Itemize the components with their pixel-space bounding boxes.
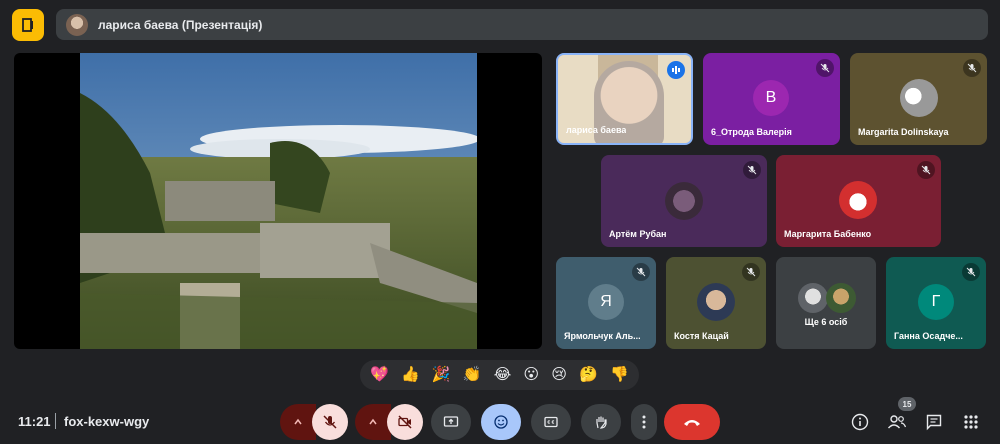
participant-avatar: В [753, 80, 789, 116]
mic-off-icon [963, 59, 981, 77]
reaction-thinking[interactable]: 🤔 [579, 360, 598, 390]
reaction-party[interactable]: 🎉 [432, 360, 451, 390]
speaking-indicator-icon [667, 61, 685, 79]
more-vert-icon [642, 415, 646, 429]
clock: 11:21 [18, 414, 51, 429]
reaction-heart[interactable]: 💖 [370, 360, 389, 390]
santa-avatar [839, 181, 877, 219]
mic-toggle-button[interactable] [312, 404, 348, 440]
camera-toggle-button[interactable] [387, 404, 423, 440]
camera-off-icon [398, 415, 412, 429]
presenter-title: лариса баева (Презентація) [98, 17, 263, 32]
participant-tile-yarmolchuk[interactable]: Я Ярмольчук Аль... [556, 257, 656, 349]
mic-off-icon [816, 59, 834, 77]
raise-hand-button[interactable] [581, 404, 621, 440]
participant-tile-kostya[interactable]: Костя Кацай [666, 257, 766, 349]
present-screen-button[interactable] [431, 404, 471, 440]
mic-off-icon [632, 263, 650, 281]
participant-avatar: Я [588, 284, 624, 320]
mic-off-icon [743, 161, 761, 179]
chat-icon [926, 414, 942, 431]
reaction-thumbs-down[interactable]: 👎 [610, 360, 629, 390]
meeting-code: fox-kexw-wgy [64, 414, 150, 429]
reaction-surprised[interactable]: 😮 [523, 360, 539, 390]
activities-button[interactable] [959, 410, 983, 434]
participant-count-badge: 15 [898, 397, 916, 411]
participant-avatar [697, 283, 735, 321]
leave-call-button[interactable] [664, 404, 720, 440]
door-icon [22, 18, 33, 32]
presentation-stage[interactable] [14, 53, 542, 349]
emoji-icon [494, 415, 508, 429]
reaction-laugh[interactable]: 😂 [494, 360, 512, 390]
participant-avatar [900, 79, 938, 117]
present-screen-icon [443, 416, 459, 427]
participant-name: Маргарита Бабенко [784, 229, 872, 239]
mic-off-icon [917, 161, 935, 179]
participant-name: Ярмольчук Аль... [564, 331, 641, 341]
participant-tile-margarita-babenko[interactable]: Маргарита Бабенко [776, 155, 941, 247]
chat-button[interactable] [922, 410, 946, 434]
reactions-bar: 💖 👍 🎉 👏 😂 😮 😢 🤔 👎 [360, 360, 639, 390]
info-icon [851, 413, 869, 431]
participant-name: Костя Кацай [674, 331, 729, 341]
captions-button[interactable] [531, 404, 571, 440]
people-button[interactable] [885, 410, 909, 434]
video-options-button[interactable] [355, 404, 391, 440]
presenter-bar[interactable]: лариса баева (Презентація) [56, 9, 988, 40]
reaction-clap[interactable]: 👏 [463, 360, 482, 390]
participant-name: 6_Отрода Валерія [711, 127, 792, 137]
more-avatar-1 [798, 283, 828, 313]
participant-tile-more[interactable]: Ще 6 осіб [776, 257, 876, 349]
presentation-slide-image [80, 53, 477, 349]
more-avatar-2 [826, 283, 856, 313]
chevron-up-icon [369, 418, 377, 425]
participant-name: лариса баева [566, 125, 627, 135]
participant-tile-artem[interactable]: Артём Рубан [601, 155, 767, 247]
captions-icon [544, 416, 558, 428]
audio-options-button[interactable] [280, 404, 316, 440]
apps-grid-icon [964, 415, 978, 429]
footer-divider [55, 413, 56, 429]
reaction-thumbs-up[interactable]: 👍 [401, 360, 420, 390]
reaction-sad[interactable]: 😢 [551, 360, 567, 390]
presentation-badge[interactable] [12, 9, 44, 41]
chevron-up-icon [294, 418, 302, 425]
more-options-button[interactable] [631, 404, 657, 440]
people-icon [887, 415, 907, 429]
more-participants-label: Ще 6 осіб [804, 317, 848, 327]
participant-name: Ганна Осадче... [894, 331, 963, 341]
participant-tile-margarita-dolinskaya[interactable]: Margarita Dolinskaya [850, 53, 987, 145]
participant-tile-larisa[interactable]: лариса баева [556, 53, 693, 145]
mic-off-icon [323, 415, 337, 429]
hang-up-icon [684, 420, 700, 426]
participant-tile-ganna[interactable]: Г Ганна Осадче... [886, 257, 986, 349]
presenter-avatar [66, 13, 88, 36]
participant-tile-valeria[interactable]: В 6_Отрода Валерія [703, 53, 840, 145]
mic-off-icon [962, 263, 980, 281]
participant-avatar [665, 182, 703, 220]
hand-icon [596, 416, 607, 429]
participant-avatar: Г [918, 284, 954, 320]
mic-off-icon [742, 263, 760, 281]
meeting-info-button[interactable] [848, 410, 872, 434]
participant-name: Артём Рубан [609, 229, 667, 239]
emoji-reactions-button[interactable] [481, 404, 521, 440]
participant-name: Margarita Dolinskaya [858, 127, 949, 137]
